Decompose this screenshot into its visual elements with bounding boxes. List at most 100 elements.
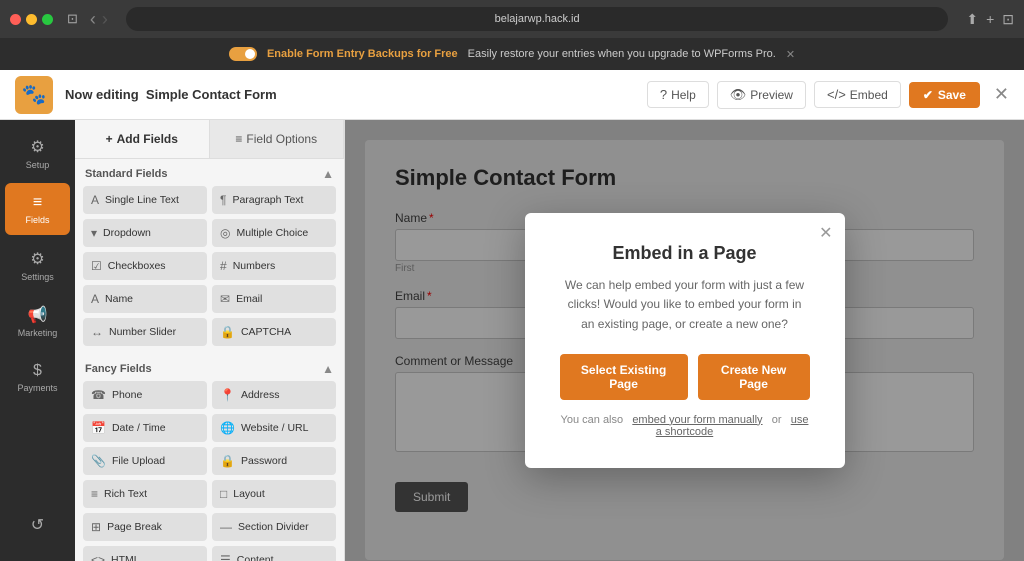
save-icon: ✔ bbox=[923, 88, 933, 102]
field-password[interactable]: 🔒 Password bbox=[212, 447, 336, 475]
captcha-icon: 🔒 bbox=[220, 325, 235, 339]
sidebar-item-settings[interactable]: ⚙ Settings bbox=[5, 239, 70, 291]
field-label: Website / URL bbox=[241, 422, 309, 434]
field-label: Name bbox=[105, 293, 133, 305]
setup-icon: ⚙ bbox=[30, 137, 44, 157]
numbers-icon: # bbox=[220, 259, 227, 273]
main-area: ⚙ Setup ≡ Fields ⚙ Settings 📢 Marketing … bbox=[0, 120, 1024, 561]
field-content[interactable]: ☰ Content bbox=[212, 546, 336, 561]
content-icon: ☰ bbox=[220, 553, 231, 561]
field-layout[interactable]: □ Layout bbox=[212, 480, 336, 508]
sidebar-item-fields[interactable]: ≡ Fields bbox=[5, 183, 70, 235]
html-icon: <> bbox=[91, 553, 105, 561]
email-icon: ✉ bbox=[220, 292, 230, 306]
minimize-window-button[interactable] bbox=[26, 14, 37, 25]
password-icon: 🔒 bbox=[220, 454, 235, 468]
forward-button[interactable]: › bbox=[102, 9, 108, 30]
field-email[interactable]: ✉ Email bbox=[212, 285, 336, 313]
field-number-slider[interactable]: ↔ Number Slider bbox=[83, 318, 207, 346]
select-existing-page-button[interactable]: Select Existing Page bbox=[560, 354, 688, 400]
field-label: Page Break bbox=[107, 521, 162, 533]
maximize-window-button[interactable] bbox=[42, 14, 53, 25]
embed-manually-link[interactable]: embed your form manually bbox=[632, 414, 762, 426]
field-section-divider[interactable]: — Section Divider bbox=[212, 513, 336, 541]
field-label: Number Slider bbox=[109, 326, 176, 338]
modal-footer: You can also embed your form manually or… bbox=[560, 414, 810, 438]
share-icon[interactable]: ⬆ bbox=[966, 11, 978, 28]
logo-icon: 🐾 bbox=[22, 82, 47, 107]
phone-icon: ☎ bbox=[91, 388, 106, 402]
field-dropdown[interactable]: ▾ Dropdown bbox=[83, 219, 207, 247]
field-label: Checkboxes bbox=[108, 260, 166, 272]
sidebar-item-setup[interactable]: ⚙ Setup bbox=[5, 127, 70, 179]
create-new-page-button[interactable]: Create New Page bbox=[698, 354, 810, 400]
back-button[interactable]: ‹ bbox=[90, 9, 96, 30]
sidebar-label-setup: Setup bbox=[26, 160, 50, 170]
help-button[interactable]: ? Help bbox=[647, 81, 709, 108]
tabs-icon[interactable]: ⊡ bbox=[1002, 11, 1014, 28]
field-label: Layout bbox=[233, 488, 265, 500]
field-rich-text[interactable]: ≡ Rich Text bbox=[83, 480, 207, 508]
field-label: Phone bbox=[112, 389, 142, 401]
field-captcha[interactable]: 🔒 CAPTCHA bbox=[212, 318, 336, 346]
field-paragraph-text[interactable]: ¶ Paragraph Text bbox=[212, 186, 336, 214]
save-button[interactable]: ✔ Save bbox=[909, 82, 980, 108]
sidebar-item-marketing[interactable]: 📢 Marketing bbox=[5, 295, 70, 347]
modal-close-button[interactable]: ✕ bbox=[819, 223, 832, 243]
field-address[interactable]: 📍 Address bbox=[212, 381, 336, 409]
app-container: 🐾 Now editing Simple Contact Form ? Help… bbox=[0, 70, 1024, 561]
name-icon: A bbox=[91, 292, 99, 306]
field-file-upload[interactable]: 📎 File Upload bbox=[83, 447, 207, 475]
backup-toggle[interactable] bbox=[229, 47, 257, 61]
form-canvas: Simple Contact Form Name * First bbox=[345, 120, 1024, 561]
single-line-icon: A bbox=[91, 193, 99, 207]
undo-icon: ↺ bbox=[31, 515, 44, 535]
standard-fields-toggle[interactable]: ▲ bbox=[322, 167, 334, 181]
notification-text: Enable Form Entry Backups for Free bbox=[267, 48, 458, 60]
field-label: Email bbox=[236, 293, 262, 305]
close-editor-button[interactable]: ✕ bbox=[994, 84, 1009, 105]
website-icon: 🌐 bbox=[220, 421, 235, 435]
window-control-icon: ⊡ bbox=[67, 11, 78, 27]
notification-close-icon[interactable]: ✕ bbox=[786, 48, 795, 61]
fancy-fields-header: Fancy Fields ▲ bbox=[75, 354, 344, 381]
field-page-break[interactable]: ⊞ Page Break bbox=[83, 513, 207, 541]
file-upload-icon: 📎 bbox=[91, 454, 106, 468]
field-label: Single Line Text bbox=[105, 194, 179, 206]
field-datetime[interactable]: 📅 Date / Time bbox=[83, 414, 207, 442]
tab-add-fields[interactable]: + Add Fields bbox=[75, 120, 210, 158]
page-break-icon: ⊞ bbox=[91, 520, 101, 534]
embed-button[interactable]: </> Embed bbox=[814, 81, 901, 108]
close-window-button[interactable] bbox=[10, 14, 21, 25]
field-label: HTML bbox=[111, 554, 140, 561]
browser-nav: ‹ › bbox=[90, 9, 108, 30]
payments-icon: $ bbox=[33, 362, 42, 380]
sidebar: ⚙ Setup ≡ Fields ⚙ Settings 📢 Marketing … bbox=[0, 120, 75, 561]
preview-button[interactable]: 👁 Preview bbox=[717, 81, 806, 109]
browser-chrome: ⊡ ‹ › belajarwp.hack.id ⬆ + ⊡ Enable For… bbox=[0, 0, 1024, 70]
modal-description: We can help embed your form with just a … bbox=[560, 276, 810, 334]
field-website-url[interactable]: 🌐 Website / URL bbox=[212, 414, 336, 442]
address-bar[interactable]: belajarwp.hack.id bbox=[126, 7, 948, 31]
url-text: belajarwp.hack.id bbox=[495, 13, 580, 25]
tab-field-options[interactable]: ≡ Field Options bbox=[210, 120, 345, 158]
fancy-fields-toggle[interactable]: ▲ bbox=[322, 362, 334, 376]
field-name[interactable]: A Name bbox=[83, 285, 207, 313]
close-icon: ✕ bbox=[994, 84, 1009, 104]
section-divider-icon: — bbox=[220, 520, 232, 534]
new-tab-icon[interactable]: + bbox=[986, 11, 994, 28]
field-html[interactable]: <> HTML bbox=[83, 546, 207, 561]
traffic-lights bbox=[10, 14, 53, 25]
app-logo: 🐾 bbox=[15, 76, 53, 114]
field-multiple-choice[interactable]: ◎ Multiple Choice bbox=[212, 219, 336, 247]
editing-label: Now editing Simple Contact Form bbox=[65, 87, 277, 102]
sidebar-item-undo[interactable]: ↺ bbox=[5, 499, 70, 551]
field-numbers[interactable]: # Numbers bbox=[212, 252, 336, 280]
sidebar-item-payments[interactable]: $ Payments bbox=[5, 351, 70, 403]
field-label: CAPTCHA bbox=[241, 326, 291, 338]
sidebar-label-settings: Settings bbox=[21, 272, 54, 282]
field-single-line-text[interactable]: A Single Line Text bbox=[83, 186, 207, 214]
field-label: Multiple Choice bbox=[236, 227, 308, 239]
field-phone[interactable]: ☎ Phone bbox=[83, 381, 207, 409]
field-checkboxes[interactable]: ☑ Checkboxes bbox=[83, 252, 207, 280]
